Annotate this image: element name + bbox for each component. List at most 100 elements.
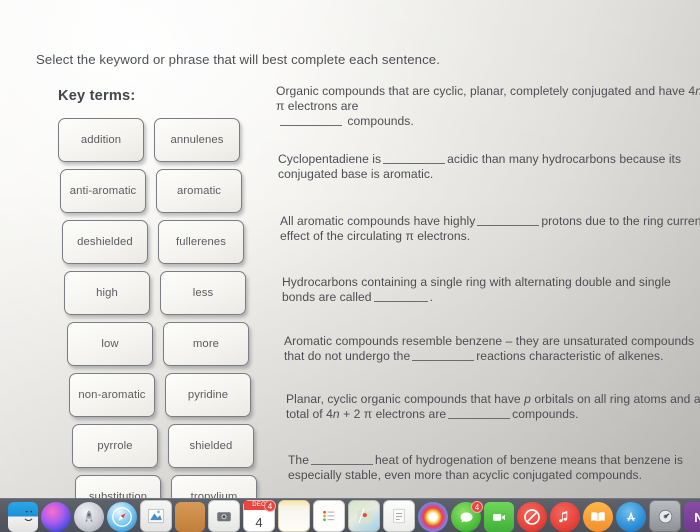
variable-p: p	[524, 392, 531, 406]
video-camera-icon	[493, 514, 505, 521]
gear-icon	[658, 509, 672, 523]
question-text: .	[429, 290, 433, 305]
key-term-tile-pyrrole[interactable]: pyrrole	[72, 424, 158, 468]
dock-icon-system-preferences[interactable]	[649, 500, 681, 532]
answer-blank-7[interactable]	[311, 453, 373, 465]
calendar-day: 4	[255, 515, 263, 530]
no-entry-icon	[524, 509, 540, 525]
dock-icon-app-store[interactable]	[616, 502, 646, 532]
variable-n: n	[332, 407, 340, 422]
stamp-icon	[148, 508, 164, 524]
music-note-icon	[559, 511, 568, 523]
dock-icon-launchpad[interactable]	[74, 502, 104, 532]
key-term-tile-shielded[interactable]: shielded	[168, 424, 254, 468]
key-term-tile-high[interactable]: high	[64, 271, 150, 315]
dock-icon-notes[interactable]	[278, 500, 310, 532]
answer-blank-6[interactable]	[448, 407, 511, 420]
question-text: that do not undergo the	[284, 349, 411, 364]
question-text: effect of the circulating π electrons.	[280, 229, 471, 244]
key-terms-tile-grid: addition annulenes anti-aromatic aromati…	[58, 118, 258, 526]
screenshot-root: Select the keyword or phrase that will b…	[0, 0, 700, 532]
key-term-label: non-aromatic	[78, 389, 146, 401]
rocket-icon	[85, 510, 93, 523]
answer-blank-1[interactable]	[280, 114, 342, 127]
answer-blank-3[interactable]	[477, 214, 540, 226]
answer-blank-4[interactable]	[373, 290, 428, 303]
dock-icon-onenote[interactable]: N	[684, 502, 700, 532]
dock-icon-facetime[interactable]	[208, 500, 240, 532]
key-term-label: pyrrole	[97, 440, 133, 452]
dock-icon-facetime-video[interactable]	[484, 502, 514, 532]
key-term-label: high	[96, 287, 118, 299]
camera-icon	[217, 512, 231, 522]
dock-icon-itunes[interactable]	[550, 502, 580, 532]
calendar-badge: 4	[264, 500, 276, 512]
key-term-label: anti-aromatic	[69, 185, 137, 197]
dock-icon-mail[interactable]	[140, 500, 172, 532]
key-term-tile-pyridine[interactable]: pyridine	[165, 373, 251, 417]
key-term-label: addition	[80, 134, 122, 146]
app-store-icon	[626, 511, 636, 521]
key-terms-heading: Key terms:	[58, 88, 136, 104]
key-term-tile-low[interactable]: low	[67, 322, 153, 366]
key-term-tile-more[interactable]: more	[163, 322, 249, 366]
key-term-label: less	[192, 287, 214, 299]
key-term-tile-anti-aromatic[interactable]: anti-aromatic	[60, 169, 146, 213]
map-pin-icon	[357, 508, 372, 524]
dock-icon-contacts[interactable]	[175, 502, 205, 532]
key-term-label: aromatic	[176, 185, 222, 197]
finder-face-icon	[24, 510, 33, 522]
key-term-tile-fullerenes[interactable]: fullerenes	[158, 220, 244, 264]
dock-icon-pages[interactable]	[383, 500, 415, 532]
answer-blank-5[interactable]	[412, 349, 475, 362]
tile-row: high less	[64, 271, 258, 322]
key-term-label: pyridine	[187, 389, 229, 401]
compass-icon	[112, 507, 132, 527]
question-text: Planar, cyclic organic compounds that ha…	[286, 392, 521, 406]
question-text: protons due to the ring current	[541, 214, 700, 228]
tile-row: pyrrole shielded	[72, 424, 258, 475]
question-2: Cyclopentadiene is acidic than many hydro…	[278, 152, 681, 182]
tile-row: anti-aromatic aromatic	[60, 169, 258, 220]
question-text: π electrons are	[276, 99, 359, 114]
question-text: reactions characteristic of alkenes.	[476, 349, 664, 364]
question-text: Cyclopentadiene is	[278, 152, 382, 166]
dock-icon-maps[interactable]	[348, 500, 380, 532]
dock-icon-messages[interactable]: 4	[451, 501, 483, 532]
worksheet-instruction: Select the keyword or phrase that will b…	[36, 52, 441, 67]
dock-icon-calendar[interactable]: DEC 4 4	[243, 500, 276, 532]
variable-n: n	[695, 84, 700, 98]
tile-row: non-aromatic pyridine	[69, 373, 258, 424]
key-term-tile-annulenes[interactable]: annulenes	[154, 118, 240, 162]
question-text: acidic than many hydrocarbons because it…	[447, 152, 682, 166]
key-term-tile-aromatic[interactable]: aromatic	[156, 169, 242, 213]
key-term-tile-non-aromatic[interactable]: non-aromatic	[69, 373, 155, 417]
key-term-tile-less[interactable]: less	[160, 271, 246, 315]
answer-blank-2[interactable]	[383, 152, 446, 164]
question-text: bonds are called	[282, 290, 372, 305]
question-6: Planar, cyclic organic compounds that ha…	[286, 392, 700, 422]
dock-icon-photos[interactable]	[418, 502, 448, 532]
macos-dock[interactable]: DEC 4 4 4	[0, 498, 700, 532]
dock-icon-finder[interactable]	[8, 502, 38, 532]
tile-row: addition annulenes	[58, 118, 258, 169]
question-1: Organic compounds that are cyclic, plana…	[276, 84, 700, 130]
document-icon	[393, 508, 405, 524]
question-text: compounds.	[347, 114, 414, 129]
key-term-tile-addition[interactable]: addition	[58, 118, 144, 162]
question-text: compounds.	[512, 407, 579, 422]
key-term-label: low	[101, 338, 119, 350]
dock-icon-reminders[interactable]	[313, 500, 345, 532]
tile-row: low more	[67, 322, 258, 373]
dock-icon-do-not-disturb[interactable]	[517, 502, 547, 532]
question-text: total of 4	[286, 407, 333, 422]
key-term-tile-deshielded[interactable]: deshielded	[62, 220, 148, 264]
question-text: heat of hydrogenation of benzene means t…	[375, 453, 683, 467]
dock-icon-siri[interactable]	[41, 502, 71, 532]
question-text: All aromatic compounds have highly	[280, 214, 476, 228]
question-text: Hydrocarbons containing a single ring wi…	[282, 275, 671, 289]
dock-icon-safari[interactable]	[107, 502, 137, 532]
question-text: Aromatic compounds resemble benzene – th…	[284, 334, 695, 348]
key-term-label: deshielded	[77, 236, 133, 248]
dock-icon-ibooks[interactable]	[583, 502, 613, 532]
